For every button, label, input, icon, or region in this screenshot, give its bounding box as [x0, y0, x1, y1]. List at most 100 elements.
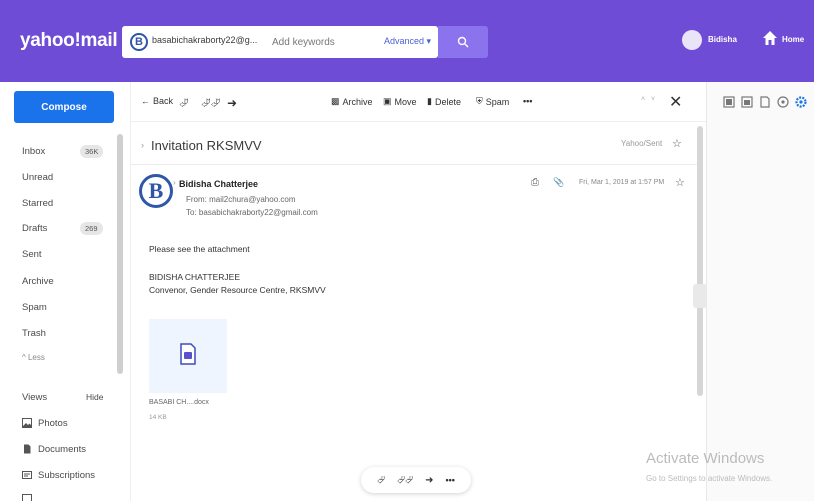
reply-button[interactable]: ⮰	[179, 96, 189, 111]
archive-button[interactable]: ▩ Archive	[331, 96, 373, 107]
forward-icon[interactable]: ➜	[425, 475, 433, 486]
message-folder-label: Yahoo/Sent	[621, 139, 663, 148]
attachment-name[interactable]: BASABI CH....docx	[149, 399, 209, 406]
chevron-up-icon: ˄	[641, 96, 646, 103]
more-actions-button[interactable]: •••	[446, 475, 455, 485]
sidebar-item-archive[interactable]: Archive	[22, 276, 54, 287]
reply-icon[interactable]: ⮰	[377, 475, 385, 486]
sidebar: Compose Inbox 36K Unread Starred Drafts …	[0, 82, 130, 501]
arrow-left-icon: ←	[141, 96, 150, 106]
message-date: Fri, Mar 1, 2019 at 1:57 PM	[579, 179, 665, 186]
header-bar: yahoo!mail B basabichakraborty22@g... Ad…	[0, 0, 814, 82]
advanced-search-link[interactable]: Advanced ▾	[384, 36, 431, 47]
message-scrollbar[interactable]	[697, 126, 703, 396]
sidebar-scrollbar[interactable]	[117, 134, 123, 374]
search-icon	[457, 36, 469, 48]
print-icon[interactable]: ⎙	[531, 177, 539, 188]
search-box[interactable]: B basabichakraborty22@g... Advanced ▾	[122, 26, 438, 58]
archive-icon: ▩	[331, 96, 340, 106]
sidebar-item-unread[interactable]: Unread	[22, 172, 53, 183]
shield-icon: ⛨	[476, 96, 483, 106]
prev-message-button[interactable]: ˄	[641, 96, 645, 103]
collapse-chevron-icon[interactable]: ›	[141, 140, 144, 150]
home-link[interactable]: Home	[782, 35, 804, 44]
sidebar-item-spam[interactable]: Spam	[22, 302, 47, 313]
drafts-count-badge: 269	[80, 222, 103, 235]
delete-button[interactable]: ▮ Delete	[427, 96, 461, 107]
contacts-icon[interactable]	[723, 96, 735, 108]
attachment-card[interactable]	[149, 319, 227, 393]
divider	[131, 164, 701, 165]
yahoo-mail-window: yahoo!mail B basabichakraborty22@g... Ad…	[0, 0, 814, 501]
sidebar-item-trash[interactable]: Trash	[22, 328, 46, 339]
signature-name: BIDISHA CHATTERJEE	[149, 272, 240, 282]
next-message-button[interactable]: ˅	[651, 96, 655, 103]
forward-button[interactable]: ➜	[227, 96, 237, 110]
forward-icon: ➜	[227, 96, 238, 110]
move-label: Move	[394, 96, 417, 107]
attachment-size: 14 KB	[149, 414, 167, 421]
sidebar-item-photos[interactable]: Photos	[38, 418, 68, 429]
reply-all-icon[interactable]: ⮰⮰	[397, 475, 413, 486]
photo-icon	[22, 418, 32, 428]
reply-all-button[interactable]: ⮰⮰	[201, 96, 220, 111]
chevron-down-icon: ▾	[426, 36, 432, 46]
home-icon[interactable]	[762, 30, 778, 46]
close-icon: ✕	[669, 94, 683, 111]
move-button[interactable]: ▣ Move	[383, 96, 417, 107]
spam-label: Spam	[485, 96, 510, 107]
activate-windows-hint: Go to Settings to activate Windows.	[646, 474, 773, 483]
user-avatar[interactable]	[682, 30, 702, 50]
search-button[interactable]	[438, 26, 488, 58]
more-views-icon	[22, 494, 32, 501]
settings-gear-icon[interactable]	[795, 96, 807, 108]
trash-icon: ▮	[427, 96, 432, 106]
attachment-icon[interactable]: 📎	[553, 177, 564, 188]
spam-button[interactable]: ⛨ Spam	[476, 96, 509, 107]
activate-windows-watermark: Activate Windows	[646, 450, 765, 467]
subscriptions-icon	[22, 471, 32, 479]
more-actions-button[interactable]: •••	[523, 96, 532, 106]
sidebar-item-documents[interactable]: Documents	[38, 444, 86, 455]
right-rail	[706, 82, 814, 501]
expand-details-icon[interactable]: ›	[173, 178, 176, 187]
pane-resize-handle[interactable]	[693, 284, 707, 308]
sender-name[interactable]: Bidisha Chatterjee	[179, 179, 258, 189]
compose-button[interactable]: Compose	[14, 91, 114, 123]
sidebar-item-subscriptions[interactable]: Subscriptions	[38, 470, 95, 481]
sidebar-item-sent[interactable]: Sent	[22, 249, 42, 260]
star-icon[interactable]: ☆	[675, 176, 685, 189]
document-icon	[24, 444, 31, 454]
account-chip-avatar: B	[130, 33, 148, 51]
chevron-down-icon: ˅	[651, 96, 656, 103]
word-document-icon	[180, 343, 196, 365]
sidebar-item-drafts[interactable]: Drafts	[22, 223, 47, 234]
message-pane: ← Back ⮰ ⮰⮰ ➜ ▩ Archive ▣ Move ▮ Delete ⛨ Spa…	[130, 82, 707, 501]
search-input[interactable]	[272, 32, 368, 52]
yahoo-mail-logo[interactable]: yahoo!mail	[20, 30, 118, 52]
inbox-count-badge: 36K	[80, 145, 104, 158]
delete-label: Delete	[434, 96, 461, 107]
help-icon[interactable]	[777, 96, 789, 108]
to-line: To: basabichakraborty22@gmail.com	[186, 208, 318, 217]
views-heading: Views	[22, 392, 48, 403]
signature-title: Convenor, Gender Resource Centre, RKSMVV	[149, 285, 326, 295]
back-button[interactable]: ← Back	[141, 96, 173, 106]
notepad-icon[interactable]	[759, 96, 771, 108]
folder-move-icon: ▣	[383, 96, 392, 106]
reply-icon: ⮰	[179, 96, 189, 110]
views-hide-toggle[interactable]: Hide	[86, 392, 103, 402]
sender-avatar: B	[139, 174, 173, 208]
bottom-action-bar: ⮰ ⮰⮰ ➜ •••	[361, 467, 471, 493]
search-account-chip[interactable]: basabichakraborty22@g...	[152, 35, 257, 45]
back-label: Back	[153, 96, 174, 106]
calendar-icon[interactable]	[741, 96, 753, 108]
star-icon[interactable]: ☆	[672, 137, 682, 150]
user-name[interactable]: Bidisha	[708, 35, 737, 44]
close-message-button[interactable]: ✕	[669, 92, 682, 112]
from-line: From: mail2chura@yahoo.com	[186, 195, 296, 204]
sidebar-less-toggle[interactable]: ^ Less	[22, 353, 45, 362]
sidebar-item-inbox[interactable]: Inbox	[22, 146, 45, 157]
archive-label: Archive	[342, 96, 373, 107]
sidebar-item-starred[interactable]: Starred	[22, 198, 53, 209]
